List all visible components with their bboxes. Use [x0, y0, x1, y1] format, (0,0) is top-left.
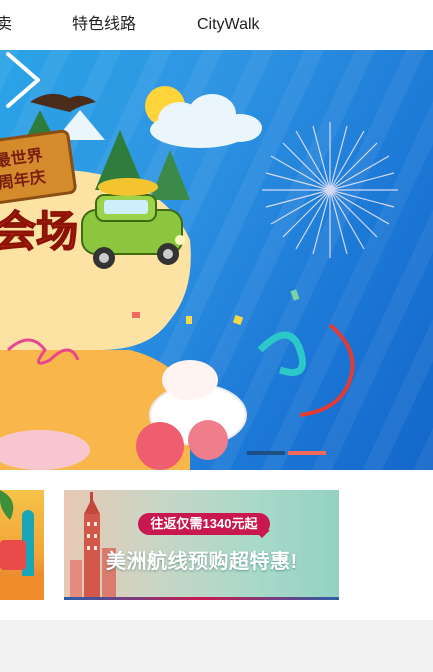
price-tagline: 往返仅需1340元起: [138, 513, 270, 535]
confetti: [290, 289, 300, 301]
confetti: [186, 316, 192, 324]
promo-card-beach[interactable]: [0, 490, 44, 600]
big-title: 会场: [0, 208, 78, 255]
promo-bottom-strip: [64, 597, 339, 600]
tagline-pointer: [254, 530, 270, 538]
fireworks-icon: [262, 122, 398, 258]
confetti: [132, 312, 140, 318]
top-nav: 卖 特色线路 CityWalk: [0, 0, 433, 50]
promo-card-america-flights[interactable]: 往返仅需1340元起 美洲航线预购超特惠!: [64, 490, 339, 600]
confetti: [232, 314, 244, 326]
candy-icon: [162, 360, 218, 400]
tab-citywalk[interactable]: CityWalk: [197, 15, 260, 35]
lollipop-icon: [188, 420, 228, 460]
ribbon-red: [299, 323, 355, 417]
promo-headline: 美洲航线预购超特惠!: [106, 551, 298, 573]
tab-partial[interactable]: 卖: [0, 15, 12, 35]
tab-featured-routes[interactable]: 特色线路: [72, 15, 136, 35]
banner-illustration: 最世界 周年庆 会场: [0, 86, 398, 470]
lollipop-icon: [136, 422, 184, 470]
tree-icon: [150, 150, 190, 200]
carousel-dot-2-active[interactable]: [288, 451, 326, 455]
ribbon-teal: [257, 331, 306, 376]
promo-banner[interactable]: 最世界 周年庆 会场: [0, 50, 433, 470]
wooden-sign: 最世界 周年庆: [0, 129, 77, 204]
chevron-right-icon[interactable]: [0, 50, 44, 110]
beach-illustration: [0, 490, 44, 600]
carousel-dot-1[interactable]: [247, 451, 285, 455]
page-footer-bg: [0, 620, 433, 672]
